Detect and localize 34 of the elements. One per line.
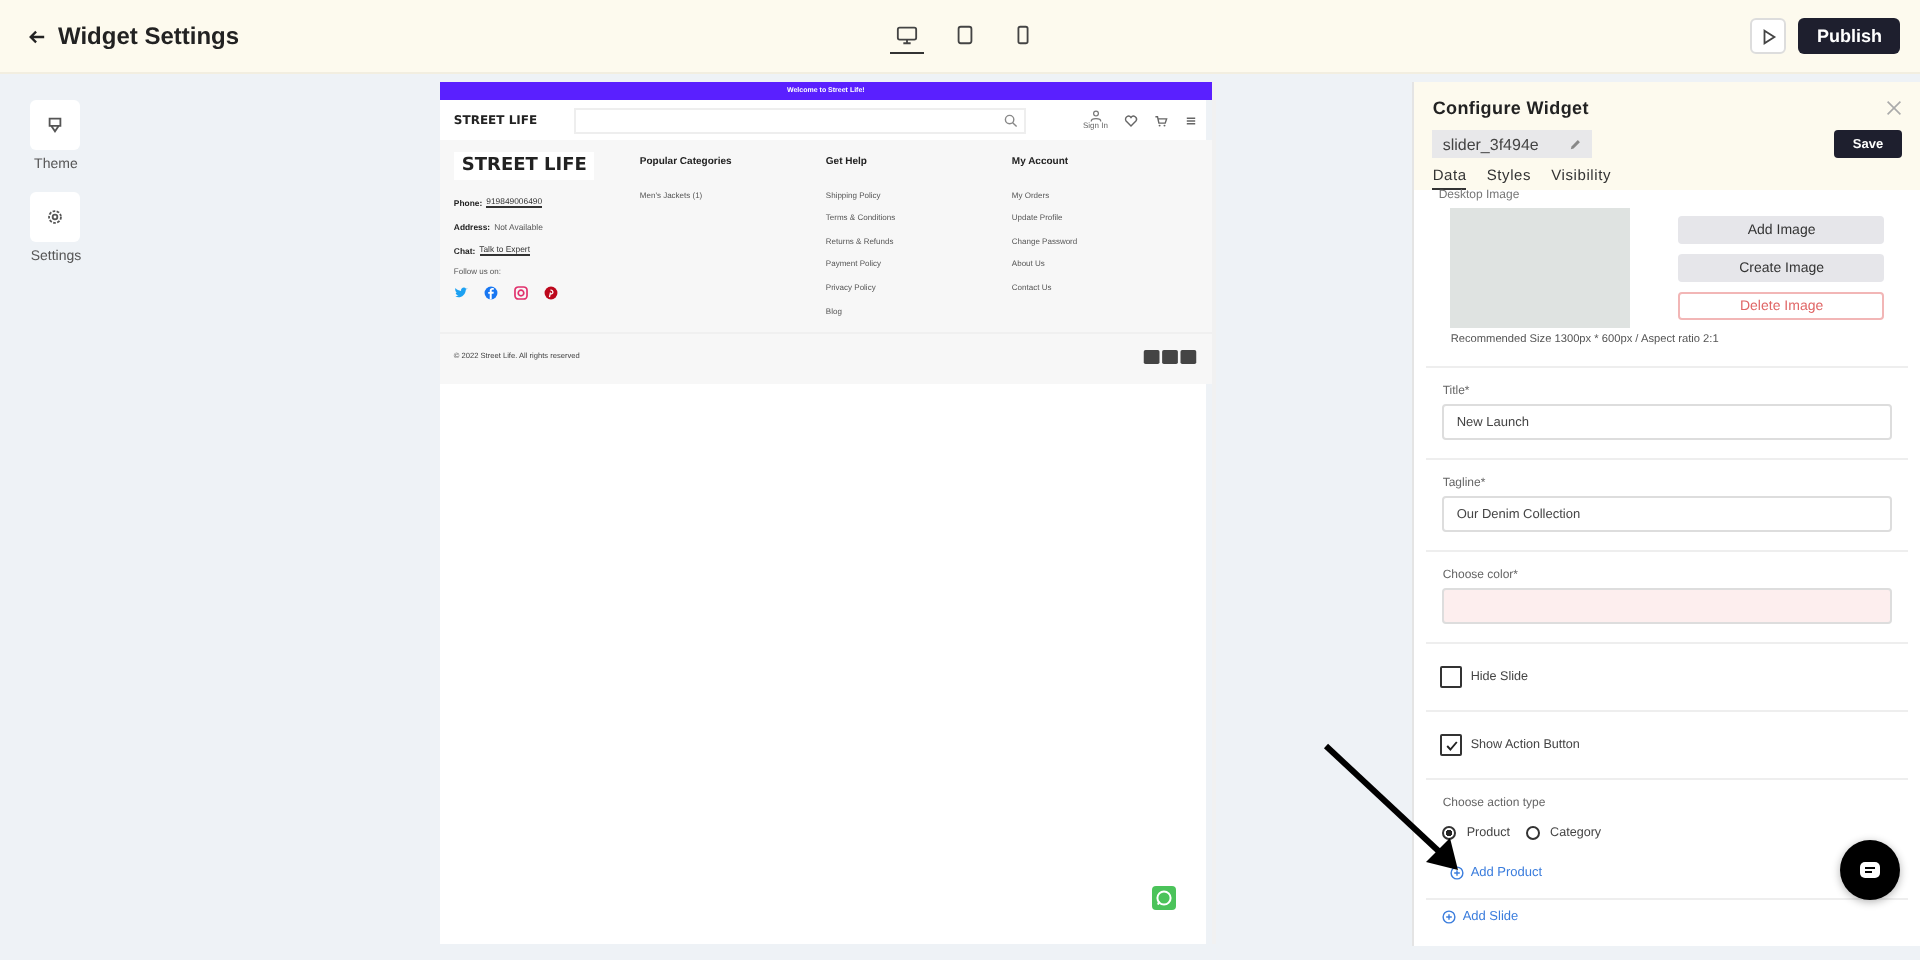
search-icon — [1004, 113, 1019, 127]
page-title: Widget Settings — [58, 22, 240, 50]
check-icon — [1443, 737, 1460, 753]
menu-icon[interactable] — [1183, 113, 1198, 127]
theme-button[interactable] — [30, 100, 81, 150]
search-field[interactable] — [573, 107, 1027, 133]
plus-circle-icon — [1442, 910, 1457, 924]
play-icon — [1759, 27, 1778, 45]
tablet-icon — [953, 23, 975, 45]
plus-circle-icon — [1450, 866, 1465, 880]
heart-icon[interactable] — [1123, 113, 1138, 127]
pencil-icon[interactable] — [1568, 137, 1583, 151]
settings-icon — [46, 208, 65, 226]
preview-button[interactable] — [1750, 18, 1787, 54]
twitter-icon[interactable] — [453, 286, 468, 300]
cart-icon[interactable] — [1153, 113, 1168, 127]
color-field[interactable] — [1442, 588, 1892, 624]
payment-cards-icon — [1141, 349, 1198, 364]
store-logo: STREET LIFE — [453, 152, 595, 180]
checkbox[interactable] — [1440, 666, 1463, 688]
instagram-icon[interactable] — [513, 286, 528, 300]
publish-button[interactable]: Publish — [1798, 18, 1900, 54]
mobile-icon — [1011, 23, 1033, 45]
checkbox[interactable] — [1440, 734, 1463, 756]
radio-button[interactable] — [1526, 826, 1541, 840]
desktop-icon — [895, 23, 917, 45]
back-arrow-icon[interactable] — [28, 27, 46, 45]
radio-button[interactable] — [1442, 826, 1457, 840]
facebook-icon[interactable] — [483, 286, 498, 300]
widget-id-field[interactable]: slider_3f494e — [1432, 130, 1593, 158]
pinterest-icon[interactable] — [543, 286, 558, 300]
chat-bubble-icon — [1858, 860, 1882, 880]
settings-button[interactable] — [30, 192, 81, 242]
panel-title: Configure Widget — [1432, 98, 1589, 118]
